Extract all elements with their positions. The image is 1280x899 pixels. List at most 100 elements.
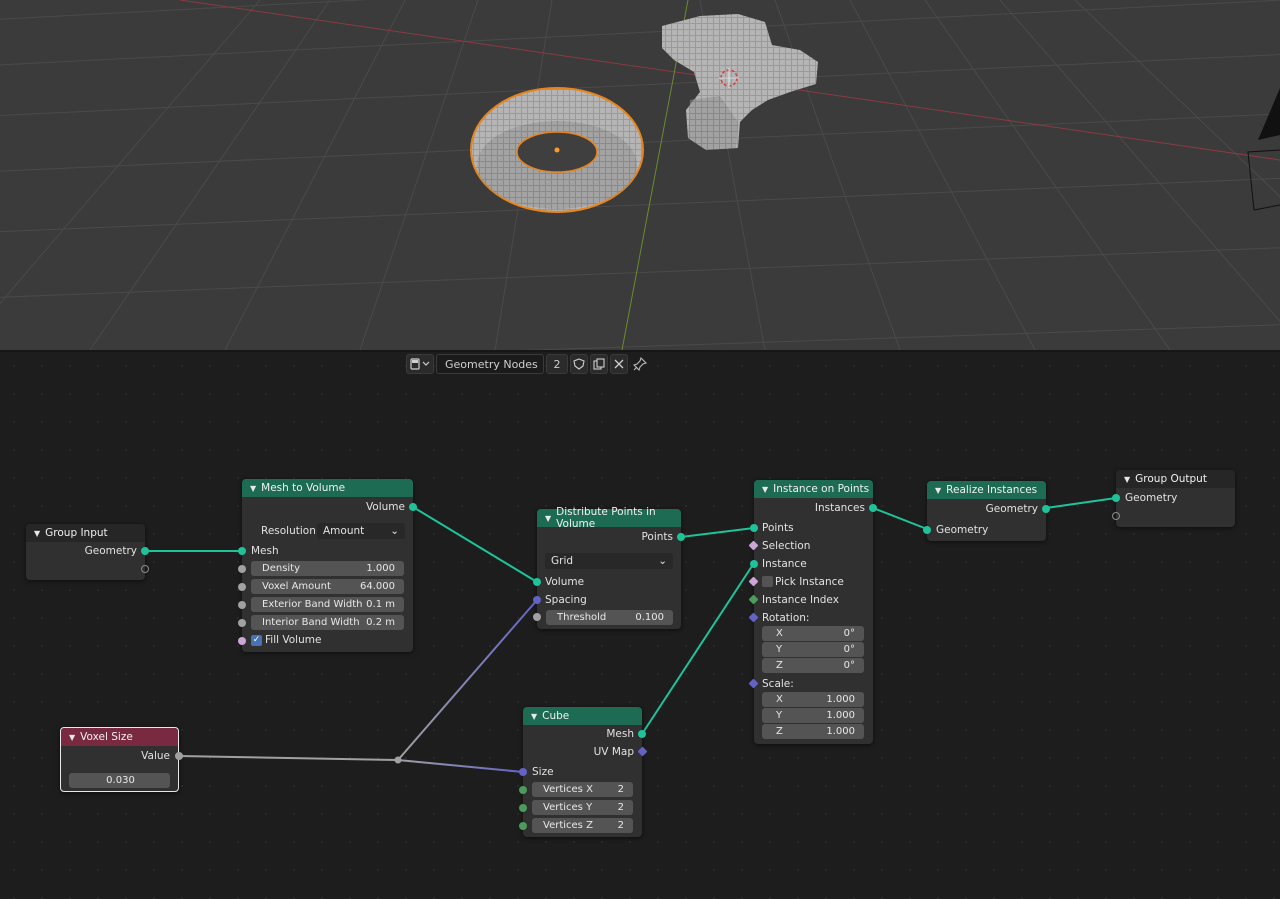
node-realize-instances[interactable]: ▼ Realize Instances Geometry Geometry xyxy=(923,481,1050,541)
mode-dropdown[interactable]: Grid ⌄ xyxy=(545,553,673,569)
3d-viewport[interactable] xyxy=(0,0,1280,350)
input-geometry-label: Geometry xyxy=(1125,492,1178,504)
voxel-torus[interactable] xyxy=(470,87,644,213)
density-field[interactable]: Density 1.000 xyxy=(251,561,404,576)
pin-button[interactable] xyxy=(630,354,650,374)
close-icon xyxy=(614,359,624,369)
socket-vertices-x-in[interactable] xyxy=(519,786,527,794)
vertices-y-field[interactable]: Vertices Y 2 xyxy=(532,800,633,815)
resolution-label: Resolution xyxy=(261,525,316,537)
input-instance-index-label: Instance Index xyxy=(762,594,839,606)
socket-size-in[interactable] xyxy=(519,768,527,776)
node-header[interactable]: ▼ Cube xyxy=(523,707,642,725)
viewport-scene[interactable] xyxy=(0,0,1280,350)
vertices-x-field[interactable]: Vertices X 2 xyxy=(532,782,633,797)
pin-icon xyxy=(633,357,647,371)
resolution-dropdown[interactable]: Amount ⌄ xyxy=(317,523,405,539)
output-geometry-label: Geometry xyxy=(84,545,137,557)
rotation-y-field[interactable]: Y 0° xyxy=(762,642,864,657)
socket-extend-in[interactable] xyxy=(1112,512,1120,520)
node-tree-name-field[interactable]: Geometry Nodes xyxy=(436,354,544,374)
shield-icon xyxy=(573,358,585,370)
collapse-chevron-icon[interactable]: ▼ xyxy=(531,712,537,721)
scale-z-field[interactable]: Z 1.000 xyxy=(762,724,864,739)
scale-z-value: 1.000 xyxy=(826,726,855,737)
fake-user-button[interactable] xyxy=(570,354,588,374)
socket-points-in[interactable] xyxy=(750,524,758,532)
link-points-points xyxy=(680,527,755,538)
collapse-chevron-icon[interactable]: ▼ xyxy=(1124,475,1130,484)
socket-threshold-in[interactable] xyxy=(533,613,541,621)
user-count-button[interactable]: 2 xyxy=(546,354,568,374)
node-editor[interactable]: Geometry Nodes 2 ▼ Group Input Geometry ▼… xyxy=(0,352,1280,899)
collapse-chevron-icon[interactable]: ▼ xyxy=(935,486,941,495)
socket-points-out[interactable] xyxy=(677,533,685,541)
socket-extend-out[interactable] xyxy=(141,565,149,573)
threshold-field[interactable]: Threshold 0.100 xyxy=(546,610,673,625)
socket-instance-in[interactable] xyxy=(750,560,758,568)
output-points-label: Points xyxy=(641,531,673,543)
node-header[interactable]: ▼ Group Output xyxy=(1116,470,1235,488)
socket-instances-out[interactable] xyxy=(869,504,877,512)
rotation-x-field[interactable]: X 0° xyxy=(762,626,864,641)
node-cube[interactable]: ▼ Cube Mesh UV Map Size Vertices X 2 Verti… xyxy=(519,707,648,837)
socket-volume-out[interactable] xyxy=(409,503,417,511)
scale-y-field[interactable]: Y 1.000 xyxy=(762,708,864,723)
link-reroute-spacing xyxy=(397,599,538,761)
socket-mesh-out[interactable] xyxy=(638,730,646,738)
node-voxel-size[interactable]: ▼ Voxel Size Value 0.030 xyxy=(60,727,183,792)
interior-band-field[interactable]: Interior Band Width 0.2 m xyxy=(251,615,404,630)
scale-x-field[interactable]: X 1.000 xyxy=(762,692,864,707)
node-group-input[interactable]: ▼ Group Input Geometry xyxy=(26,524,149,580)
scale-z-label: Z xyxy=(776,726,783,737)
socket-geometry-out[interactable] xyxy=(141,547,149,555)
node-mesh-to-volume[interactable]: ▼ Mesh to Volume Volume Resolution Amount… xyxy=(238,479,417,652)
vertices-z-field[interactable]: Vertices Z 2 xyxy=(532,818,633,833)
mode-value: Grid xyxy=(551,555,574,567)
node-group-output[interactable]: ▼ Group Output Geometry xyxy=(1112,470,1235,527)
socket-vertices-z-in[interactable] xyxy=(519,822,527,830)
node-header[interactable]: ▼ Voxel Size xyxy=(61,728,178,746)
pick-instance-checkbox[interactable] xyxy=(762,576,773,587)
collapse-chevron-icon[interactable]: ▼ xyxy=(34,529,40,538)
socket-geometry-in[interactable] xyxy=(1112,494,1120,502)
exterior-band-field[interactable]: Exterior Band Width 0.1 m xyxy=(251,597,404,612)
rotation-z-field[interactable]: Z 0° xyxy=(762,658,864,673)
fill-volume-checkbox[interactable]: ✓ xyxy=(251,635,262,646)
node-header[interactable]: ▼ Instance on Points xyxy=(754,480,873,498)
output-volume-label: Volume xyxy=(365,501,405,513)
voxel-amount-value: 64.000 xyxy=(360,581,395,592)
duplicate-button[interactable] xyxy=(590,354,608,374)
socket-volume-in[interactable] xyxy=(533,578,541,586)
node-header[interactable]: ▼ Realize Instances xyxy=(927,481,1046,499)
collapse-chevron-icon[interactable]: ▼ xyxy=(250,484,256,493)
collapse-chevron-icon[interactable]: ▼ xyxy=(762,485,768,494)
voxel-amount-field[interactable]: Voxel Amount 64.000 xyxy=(251,579,404,594)
editor-type-button[interactable] xyxy=(406,354,434,374)
input-size-label: Size xyxy=(532,766,554,778)
node-header[interactable]: ▼ Distribute Points in Volume xyxy=(537,506,681,530)
socket-geometry-out[interactable] xyxy=(1042,505,1050,513)
collapse-chevron-icon[interactable]: ▼ xyxy=(69,733,75,742)
node-title: Realize Instances xyxy=(946,484,1038,496)
socket-spacing-in[interactable] xyxy=(533,596,541,604)
socket-interior-in[interactable] xyxy=(238,619,246,627)
socket-voxel-amount-in[interactable] xyxy=(238,583,246,591)
node-header[interactable]: ▼ Mesh to Volume xyxy=(242,479,413,497)
node-header[interactable]: ▼ Group Input xyxy=(26,524,145,542)
value-field[interactable]: 0.030 xyxy=(69,773,170,788)
collapse-chevron-icon[interactable]: ▼ xyxy=(545,514,551,523)
socket-mesh-in[interactable] xyxy=(238,547,246,555)
density-value: 1.000 xyxy=(366,563,395,574)
socket-exterior-in[interactable] xyxy=(238,601,246,609)
unlink-button[interactable] xyxy=(610,354,628,374)
node-instance-on-points[interactable]: ▼ Instance on Points Instances Points Sel… xyxy=(748,480,877,744)
voxel-monkey[interactable] xyxy=(662,14,818,150)
socket-value-out[interactable] xyxy=(175,752,183,760)
socket-vertices-y-in[interactable] xyxy=(519,804,527,812)
reroute-node xyxy=(394,756,402,764)
socket-fill-volume-in[interactable] xyxy=(238,637,246,645)
node-distribute-points[interactable]: ▼ Distribute Points in Volume Points Grid… xyxy=(533,506,685,629)
socket-geometry-in[interactable] xyxy=(923,526,931,534)
socket-density-in[interactable] xyxy=(238,565,246,573)
